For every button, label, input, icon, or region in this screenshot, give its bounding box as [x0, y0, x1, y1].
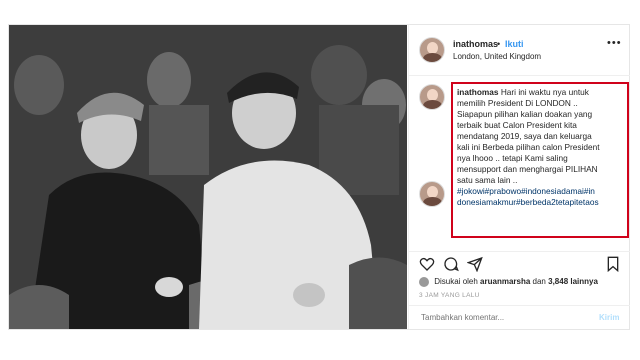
caption-avatar[interactable]: [419, 84, 445, 110]
post-header: inathomas • Ikuti London, United Kingdom…: [409, 25, 630, 76]
separator-dot: •: [497, 39, 501, 49]
caption-avatar-secondary: [419, 181, 445, 207]
caption-line: kali ini Berbeda pilihan calon President: [457, 142, 600, 152]
instagram-post-card: inathomas • Ikuti London, United Kingdom…: [8, 24, 630, 330]
caption-line: nya lhooo .. tetapi Kami saling: [457, 153, 568, 163]
post-comment-button[interactable]: Kirim: [599, 313, 619, 322]
post-photo[interactable]: [9, 25, 407, 329]
caption-hashtags[interactable]: #jokowi#prabowo#indonesiadamai#in: [457, 186, 623, 197]
caption-highlight-box: inathomas Hari ini waktu nya untuk memil…: [451, 82, 629, 238]
likes-connector: dan: [532, 277, 546, 287]
heart-icon[interactable]: [419, 256, 435, 272]
caption-line: Hari ini waktu nya untuk: [500, 87, 589, 97]
post-username[interactable]: inathomas: [453, 39, 498, 49]
liker-username[interactable]: aruanmarsha: [480, 277, 530, 286]
caption-hashtags[interactable]: donesiamakmur#berbeda2tetapitetaos: [457, 197, 623, 208]
photo-illustration: [9, 25, 407, 329]
comments-area: inathomas Hari ini waktu nya untuk memil…: [409, 76, 630, 246]
post-sidebar: inathomas • Ikuti London, United Kingdom…: [408, 25, 630, 329]
add-comment-bar: Kirim: [409, 305, 630, 330]
caption-line: mendatang 2019, saya dan keluarga: [457, 131, 592, 141]
caption-line: memilih President Di LONDON ..: [457, 98, 578, 108]
liker-avatar: [419, 277, 429, 287]
caption-line: satu sama lain ..: [457, 175, 518, 185]
action-bar: [409, 251, 630, 274]
comment-input[interactable]: [419, 312, 583, 323]
comment-icon[interactable]: [443, 256, 459, 272]
caption-line: Siapapun pilihan kalian doakan yang: [457, 109, 593, 119]
more-options-icon[interactable]: •••: [607, 37, 622, 49]
post-timestamp[interactable]: 3 JAM YANG LALU: [419, 292, 480, 299]
caption-line: mensupport dan menghargai PILIHAN: [457, 164, 598, 174]
likes-count[interactable]: 3,848 lainnya: [548, 277, 598, 286]
caption-username[interactable]: inathomas: [457, 87, 499, 97]
likes-summary: Disukai oleh aruanmarsha dan 3,848 lainn…: [419, 277, 598, 287]
follow-button[interactable]: Ikuti: [505, 39, 524, 49]
bookmark-icon[interactable]: [605, 256, 621, 272]
share-icon[interactable]: [467, 256, 483, 272]
caption-line: terbaik buat Calon President kita: [457, 120, 577, 130]
likes-prefix: Disukai oleh: [434, 277, 478, 287]
post-location[interactable]: London, United Kingdom: [453, 52, 541, 61]
avatar[interactable]: [419, 37, 445, 63]
